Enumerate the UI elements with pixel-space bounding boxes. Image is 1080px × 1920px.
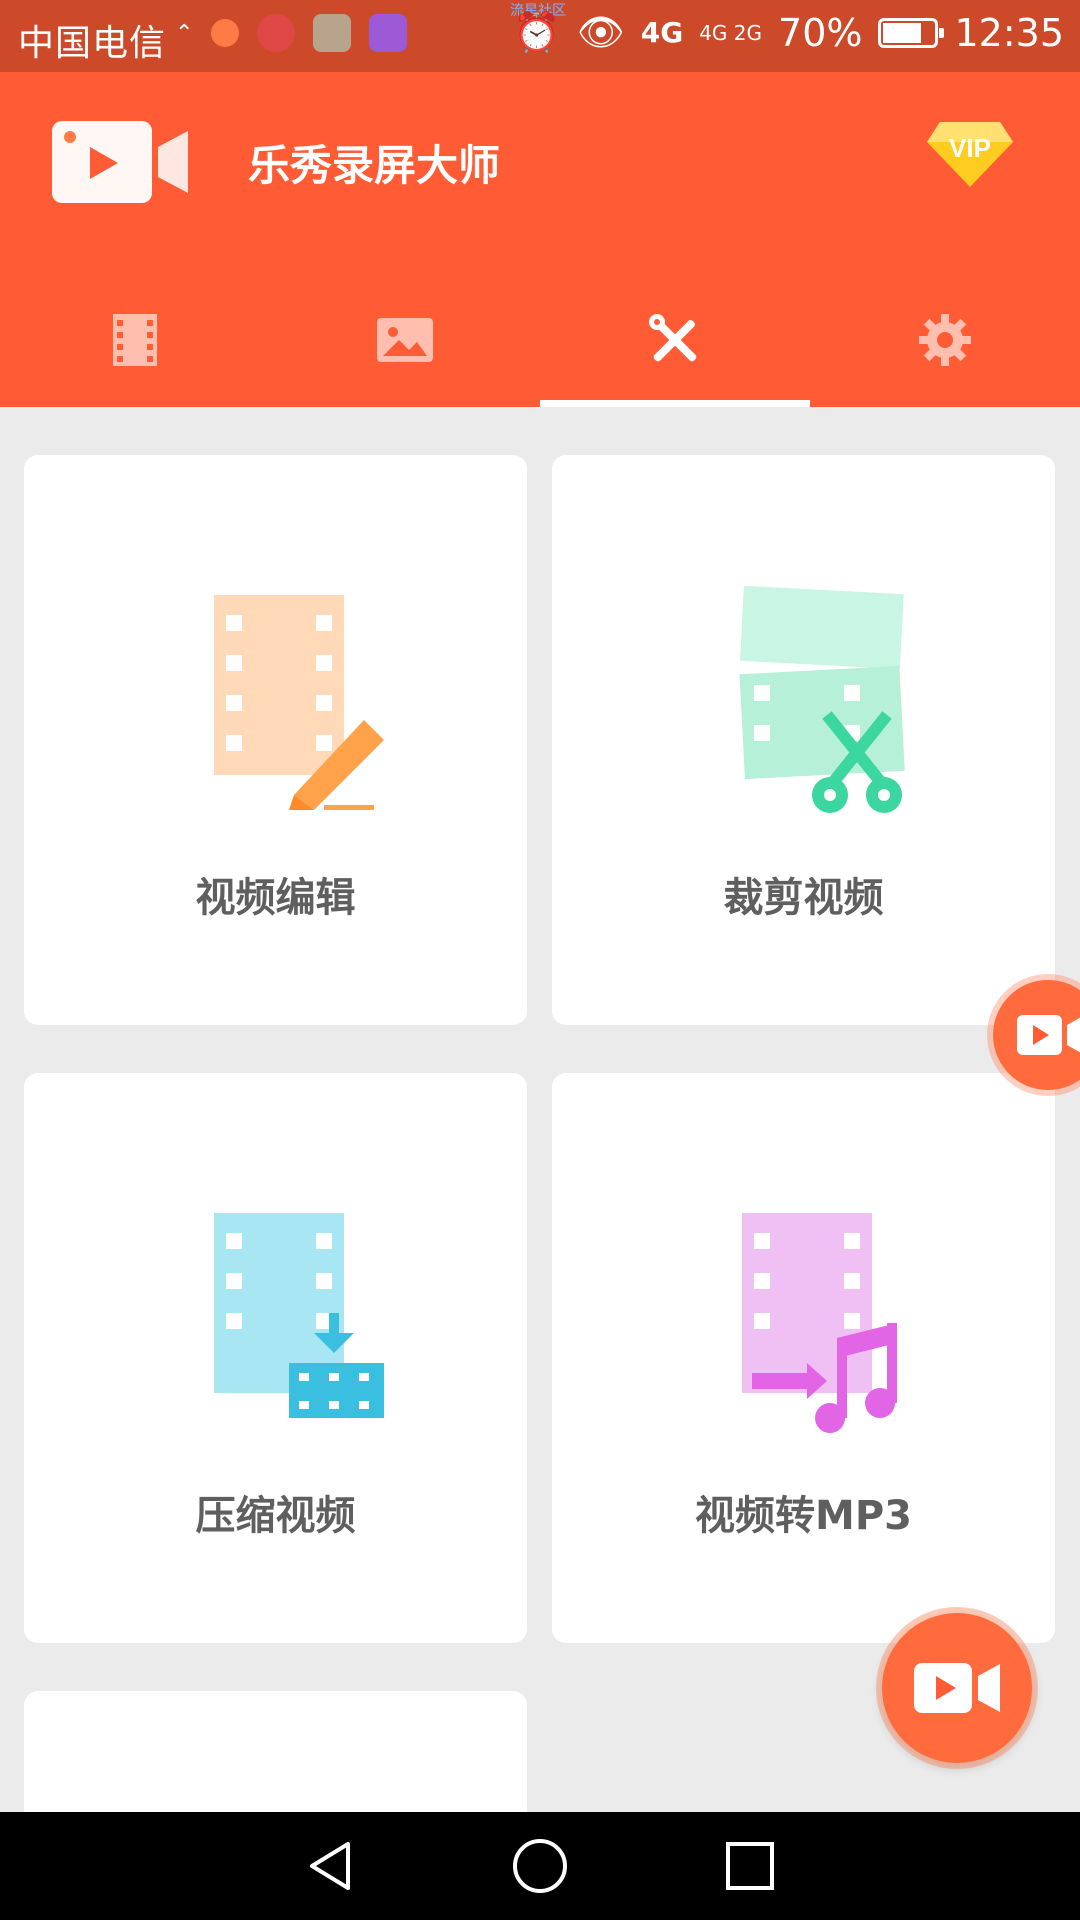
record-button[interactable] (882, 1613, 1032, 1763)
battery-icon (878, 17, 945, 48)
tab-images[interactable] (270, 272, 540, 407)
video-compress-icon (214, 1213, 384, 1418)
app-title: 乐秀录屏大师 (248, 141, 501, 190)
tab-bar (0, 272, 1080, 407)
battery-percent: 70% (778, 10, 863, 55)
video-compress-label: 压缩视频 (195, 1493, 356, 1539)
back-icon[interactable] (300, 1836, 360, 1896)
vip-diamond-icon: VIP (927, 122, 1013, 187)
app-header: 乐秀录屏大师 VIP (0, 72, 1080, 407)
alarm-icon: ⏰ (513, 10, 561, 54)
gear-icon (919, 313, 971, 366)
app-logo-icon (52, 121, 188, 203)
video-trim-card[interactable]: 裁剪视频 (552, 455, 1055, 1025)
gallery-notification-icon (313, 14, 352, 52)
upload-icon: ⌃ (175, 20, 194, 46)
carrier-name: 中国电信 (18, 23, 167, 64)
tools-icon (649, 313, 697, 361)
video-edit-card[interactable]: 视频编辑 (24, 455, 527, 1025)
video-to-mp3-label: 视频转MP3 (695, 1493, 912, 1539)
notification-icons: ⌃ (175, 14, 408, 52)
svg-text:VIP: VIP (949, 133, 991, 163)
video-edit-icon (214, 595, 384, 810)
tab-videos[interactable] (0, 272, 270, 407)
signal-icon: 4G 2G (699, 20, 763, 45)
avatar-notification-icon (257, 14, 296, 52)
status-bar: 中国电信 ⌃ 流星社区 ⏰ 👁 4G 4G 2G 70% 12:35 (0, 0, 1080, 72)
eye-icon: 👁 (576, 10, 625, 54)
tab-tools[interactable] (540, 272, 810, 407)
image-icon (377, 317, 433, 362)
film-icon (113, 313, 157, 366)
tab-settings[interactable] (810, 272, 1080, 407)
video-trim-icon (739, 585, 905, 813)
video-camera-icon (914, 1663, 1000, 1713)
video-to-mp3-icon (742, 1213, 897, 1433)
recents-icon[interactable] (720, 1836, 780, 1896)
clock: 12:35 (954, 10, 1064, 55)
partial-card[interactable] (24, 1691, 527, 1821)
video-camera-icon (1017, 1015, 1080, 1055)
photo-editor-notification-icon (369, 14, 408, 52)
video-compress-card[interactable]: 压缩视频 (24, 1073, 527, 1643)
video-trim-label: 裁剪视频 (723, 875, 884, 921)
recorder-notification-icon (211, 19, 240, 47)
video-to-mp3-card[interactable]: 视频转MP3 (552, 1073, 1055, 1643)
video-edit-label: 视频编辑 (195, 875, 356, 921)
network-type: 4G (640, 16, 684, 49)
navigation-bar (0, 1812, 1080, 1920)
home-icon[interactable] (510, 1836, 570, 1896)
vip-button[interactable]: VIP (925, 117, 1015, 192)
